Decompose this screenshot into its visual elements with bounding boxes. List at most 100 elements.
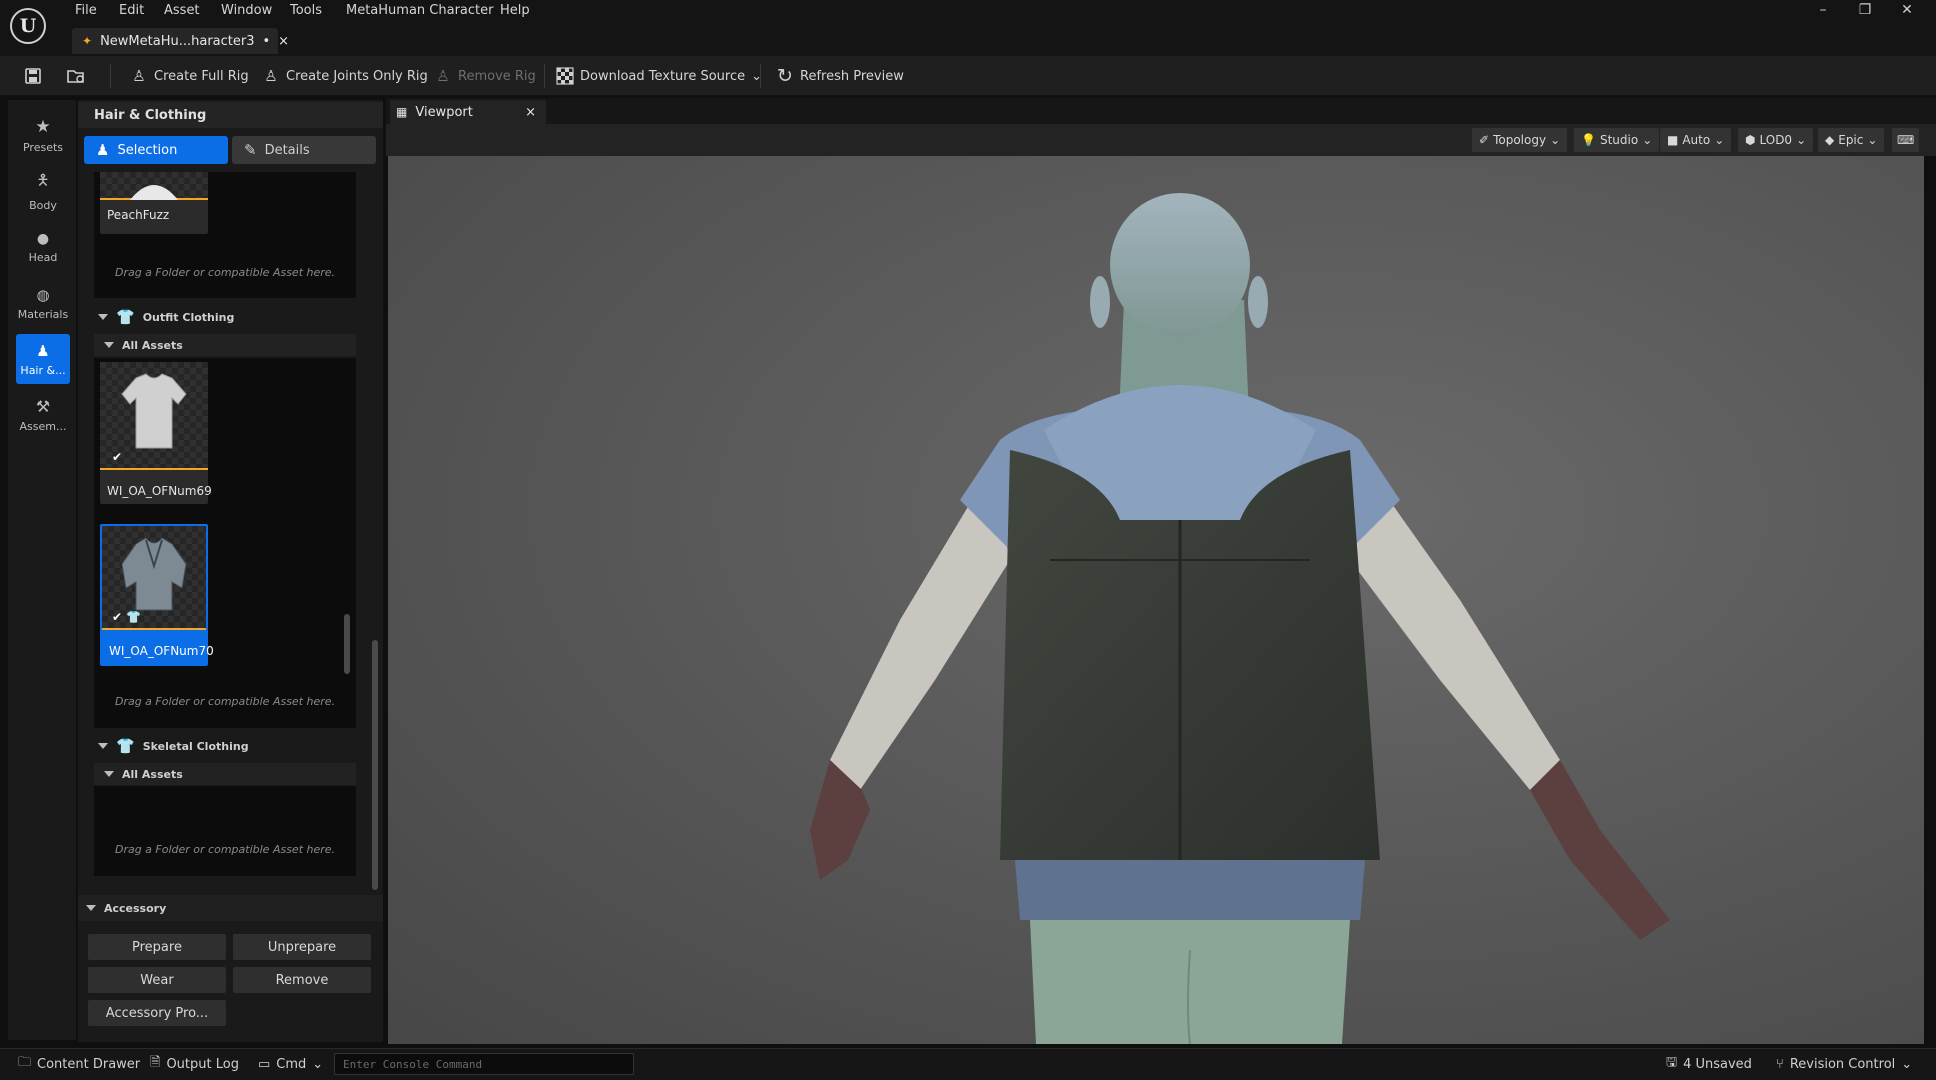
toolbar-divider [544, 64, 545, 88]
unreal-logo-icon[interactable]: U [10, 8, 46, 44]
chevron-down-icon: ⌄ [1642, 133, 1653, 147]
metahuman-preview-render [810, 193, 1670, 1045]
document-tab[interactable]: ✦ NewMetaHu...haracter3 • × [72, 28, 289, 54]
sidebar-item-head[interactable]: ● Head [16, 222, 70, 272]
menu-file[interactable]: File [75, 3, 97, 18]
toolbar-divider [760, 64, 761, 88]
revision-control-label: Revision Control [1789, 1056, 1896, 1072]
console-input[interactable]: Enter Console Command [334, 1053, 634, 1075]
check-badge-icon: ✔ [112, 450, 123, 464]
sidebar-item-label: Hair &... [20, 363, 66, 377]
tab-selection-label: Selection [117, 142, 178, 158]
close-icon[interactable]: × [525, 105, 536, 120]
outfit-scrollbar[interactable] [344, 614, 350, 674]
character-asset-icon: ✦ [82, 34, 93, 48]
drop-hint: Drag a Folder or compatible Asset here. [114, 695, 336, 708]
asset-tile-peachfuzz[interactable]: PeachFuzz [100, 172, 208, 234]
menu-edit[interactable]: Edit [119, 3, 144, 18]
content-drawer-button[interactable]: 🗀 Content Drawer [18, 1049, 140, 1079]
topology-dropdown[interactable]: ✐ Topology ⌄ [1472, 128, 1568, 152]
remove-button[interactable]: Remove [233, 967, 371, 993]
skeletal-asset-well [94, 786, 356, 876]
lighting-dropdown[interactable]: 💡 Studio ⌄ [1574, 128, 1660, 152]
skeletal-clothing-header[interactable]: 👕 Skeletal Clothing [90, 733, 358, 759]
remove-rig-label: Remove Rig [458, 68, 536, 84]
peachfuzz-thumb-icon [130, 185, 178, 200]
pencil-icon: ✎ [244, 141, 257, 159]
collapse-arrow-icon [104, 771, 114, 777]
all-assets-header[interactable]: All Assets [94, 334, 356, 356]
collapse-arrow-icon [98, 314, 108, 320]
chevron-down-icon: ⌄ [1550, 133, 1561, 147]
unsaved-button[interactable]: 🖫 4 Unsaved [1666, 1049, 1752, 1079]
tab-details[interactable]: ✎ Details [232, 136, 376, 164]
outfit-clothing-header[interactable]: 👕 Outfit Clothing [90, 304, 358, 330]
menu-metahuman-character[interactable]: MetaHuman Character [346, 3, 493, 18]
menu-window[interactable]: Window [221, 3, 272, 18]
tab-viewport[interactable]: ▦ Viewport × [390, 100, 546, 124]
chevron-down-icon: ⌄ [1867, 133, 1878, 147]
all-assets-header[interactable]: All Assets [94, 763, 356, 785]
sidebar-item-body[interactable]: 🯅 Body [16, 166, 70, 216]
drop-hint: Drag a Folder or compatible Asset here. [114, 843, 336, 856]
sidebar-item-materials[interactable]: ◍ Materials [16, 278, 70, 328]
sidebar-item-presets[interactable]: ★ Presets [16, 110, 70, 160]
accessory-properties-button[interactable]: Accessory Pro... [88, 1000, 226, 1026]
lod-dropdown[interactable]: ⬢ LOD0 ⌄ [1738, 128, 1814, 152]
asset-tile-wi-oa-ofnum70[interactable]: ✔ 👕 WI_OA_OFNum70 [100, 524, 214, 666]
refresh-preview-button[interactable]: ↻ Refresh Preview [776, 56, 904, 96]
prepare-button[interactable]: Prepare [88, 934, 226, 960]
browse-button[interactable] [66, 56, 86, 96]
document-tab-title: NewMetaHu...haracter3 [100, 33, 255, 49]
create-full-rig-button[interactable]: ♙ Create Full Rig [130, 56, 248, 96]
camera-icon: ■ [1667, 133, 1679, 147]
content-drawer-icon: 🗀 [18, 1055, 32, 1070]
keyboard-button[interactable]: ⌨ [1892, 128, 1920, 152]
sidebar-item-label: Head [28, 250, 58, 264]
maximize-button[interactable]: ❐ [1850, 2, 1880, 18]
quality-dropdown[interactable]: ◆ Epic ⌄ [1818, 128, 1885, 152]
download-texture-source-button[interactable]: Download Texture Source ⌄ [556, 56, 762, 96]
head-icon: ● [36, 230, 50, 247]
close-icon[interactable]: × [278, 34, 289, 49]
menu-asset[interactable]: Asset [164, 3, 200, 18]
cmd-dropdown[interactable]: ▭ Cmd ⌄ [258, 1049, 323, 1079]
wear-button[interactable]: Wear [88, 967, 226, 993]
create-joints-only-rig-button[interactable]: ♙ Create Joints Only Rig [262, 56, 428, 96]
accessory-header[interactable]: Accessory [78, 895, 383, 921]
viewport-canvas[interactable] [388, 156, 1924, 1045]
revision-control-button[interactable]: ⑂ Revision Control ⌄ [1776, 1049, 1912, 1079]
viewport-tab-bar [386, 98, 1936, 124]
selection-icon: ♟ [96, 141, 110, 159]
menu-help[interactable]: Help [500, 3, 530, 18]
save-icon [25, 68, 41, 84]
tab-viewport-label: Viewport [415, 104, 473, 120]
star-icon: ★ [35, 116, 51, 137]
sidebar-item-hair-clothing[interactable]: ♟ Hair &... [16, 334, 70, 384]
asset-label: WI_OA_OFNum70 [109, 644, 214, 658]
camera-dropdown[interactable]: ■ Auto ⌄ [1660, 128, 1732, 152]
cube-icon: ⬢ [1745, 133, 1756, 147]
output-log-button[interactable]: 🗎 Output Log [150, 1049, 239, 1079]
sidebar-item-label: Presets [22, 140, 64, 154]
clothing-badge-icon: 👕 [126, 610, 141, 624]
dirty-indicator: • [262, 33, 271, 49]
minimize-button[interactable]: – [1808, 2, 1838, 18]
chevron-down-icon: ⌄ [1714, 133, 1725, 147]
hair-clothing-icon: ♟ [36, 341, 50, 360]
save-button[interactable] [24, 56, 42, 96]
browse-folder-icon [67, 70, 84, 83]
close-window-button[interactable]: ✕ [1892, 2, 1922, 18]
menu-tools[interactable]: Tools [290, 3, 322, 18]
tab-selection[interactable]: ♟ Selection [84, 136, 228, 164]
remove-rig-button[interactable]: ♙ Remove Rig [434, 56, 536, 96]
toolbar-divider [110, 64, 111, 88]
asset-tile-wi-oa-ofnum69[interactable]: ✔ WI_OA_OFNum69 [100, 362, 212, 504]
drop-hint: Drag a Folder or compatible Asset here. [114, 266, 336, 279]
topology-label: Topology [1493, 133, 1547, 147]
panel-scrollbar[interactable] [372, 640, 378, 890]
unprepare-button[interactable]: Unprepare [233, 934, 371, 960]
sidebar-item-assembly[interactable]: ⚒ Assem... [16, 390, 70, 440]
tab-details-label: Details [264, 142, 310, 158]
remove-rig-icon: ♙ [436, 67, 450, 85]
